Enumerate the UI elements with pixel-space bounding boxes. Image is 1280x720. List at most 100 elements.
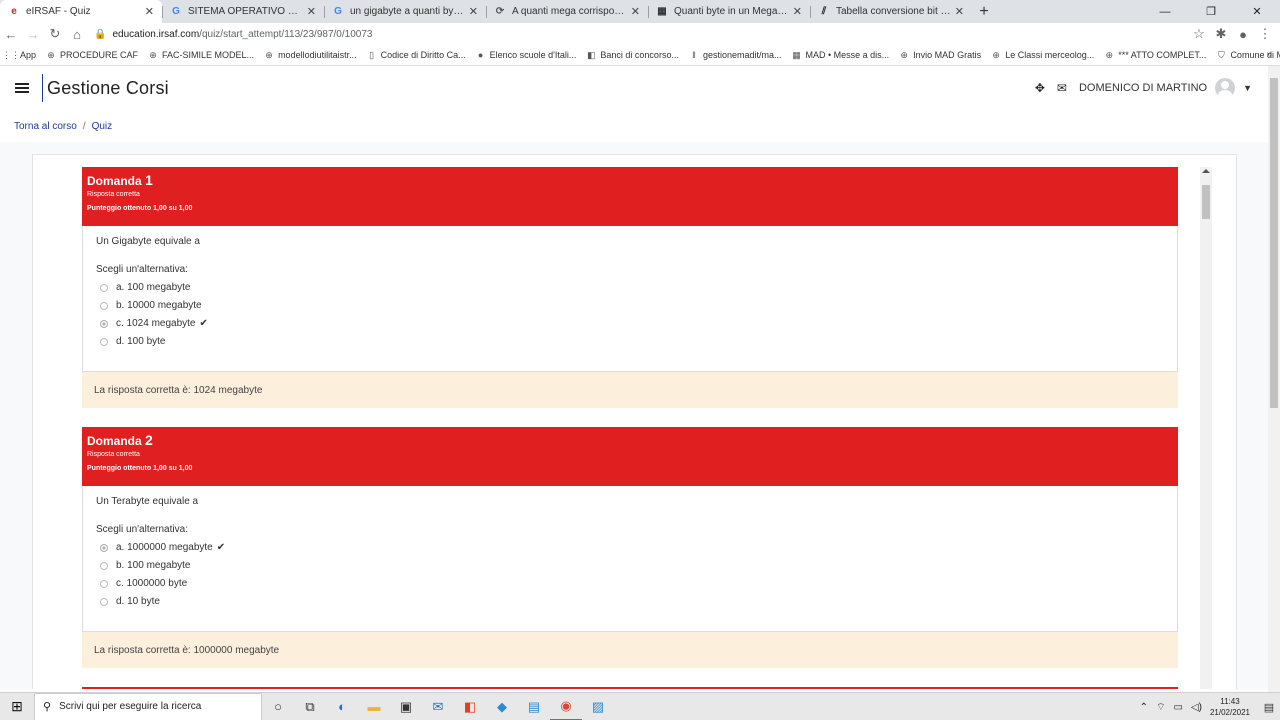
answer-option[interactable]: c. 1000000 byte — [96, 578, 1164, 589]
bookmark-item[interactable]: ⊕ Le Classi merceolog... — [991, 50, 1094, 61]
answer-option[interactable]: a. 100 megabyte — [96, 282, 1164, 293]
browser-tab[interactable]: G SITEMA OPERATIVO OPEN SOUR ✕ — [162, 0, 324, 23]
home-button[interactable]: ⌂ — [66, 23, 88, 45]
browser-tab[interactable]: Gun gigabyte a quanti byte corrisp ✕ — [324, 0, 486, 23]
answer-option[interactable]: d. 100 byte — [96, 336, 1164, 347]
taskbar-clock[interactable]: 11:43 21/02/2021 — [1210, 696, 1250, 718]
clock-time: 11:43 — [1220, 697, 1240, 706]
bookmark-item[interactable]: ‖ gestionemadit/ma... — [689, 50, 781, 60]
star-icon[interactable]: ☆ — [1188, 23, 1210, 45]
quiz-card: Domanda 1 Risposta corretta Punteggio otte… — [32, 154, 1237, 689]
bookmark-item[interactable]: ⊕ PROCEDURE CAF — [46, 49, 138, 61]
edge-icon[interactable]: ◐ — [326, 693, 358, 720]
clock-date: 21/02/2021 — [1209, 708, 1250, 717]
task-view-icon[interactable]: ⧉ — [294, 693, 326, 720]
store-icon[interactable]: ▣ — [390, 693, 422, 720]
answer-option[interactable]: d. 10 byte — [96, 596, 1164, 607]
hamburger-menu-icon[interactable] — [15, 83, 29, 93]
network-icon[interactable]: ⌔ — [1156, 701, 1165, 714]
mail-icon[interactable]: ✉ — [422, 693, 454, 720]
globe-icon: ⊕ — [47, 49, 55, 60]
bookmark-item[interactable]: ⊕ modellodiutilitaistr... — [264, 50, 356, 61]
restore-button[interactable]: ❐ — [1188, 0, 1234, 23]
battery-icon[interactable]: ▭ — [1173, 702, 1182, 713]
bookmark-item[interactable]: ⋮⋮ App — [2, 50, 37, 61]
breadcrumb-current[interactable]: Quiz — [92, 121, 113, 132]
envelope-icon[interactable]: ✉ — [1057, 81, 1067, 95]
notifications-icon[interactable]: ▤ — [1258, 693, 1280, 720]
answer-option[interactable]: b. 100 megabyte — [96, 560, 1164, 571]
answer-radio[interactable] — [100, 337, 108, 346]
control-panel-icon[interactable]: ▤ — [518, 693, 550, 720]
answer-radio[interactable] — [100, 301, 108, 310]
move-arrows-icon[interactable]: ✥ — [1035, 81, 1045, 95]
tab-title: eIRSAF - Quiz — [26, 6, 91, 17]
browser-tab[interactable]: e eIRSAF - Quiz ✕ — [0, 0, 162, 23]
url-field[interactable]: 🔒 education.irsaf.com/quiz/start_attempt… — [94, 24, 1188, 44]
bookmark-label: App — [20, 50, 37, 60]
bookmarks-overflow-icon[interactable]: » — [1266, 49, 1272, 60]
minimize-button[interactable]: — — [1142, 0, 1188, 23]
bookmark-item[interactable]: ◧ Banci di concorso... — [586, 50, 679, 61]
taskbar-search-box[interactable]: ⚲ Scrivi qui per eseguire la ricerca — [34, 692, 262, 720]
cortana-icon[interactable]: ○ — [262, 693, 294, 720]
bookmark-item[interactable]: ▦ MAD • Messe a dis... — [792, 50, 889, 61]
scroll-up-arrow-icon[interactable] — [1202, 169, 1210, 173]
bookmark-item[interactable]: ⊕ *** ATTO COMPLET... — [1104, 50, 1206, 61]
tray-expand-icon[interactable]: ⌃ — [1140, 702, 1148, 713]
browser-tab[interactable]: ▦ Quanti byte in un Megabyte? e in ✕ — [648, 0, 810, 23]
tab-favicon-icon: ⫽ — [821, 6, 827, 17]
extensions-icon[interactable]: ✱ — [1210, 23, 1232, 45]
user-name[interactable]: DOMENICO DI MARTINO — [1079, 82, 1207, 94]
tab-close-icon[interactable]: ✕ — [955, 5, 964, 18]
answer-radio[interactable] — [100, 283, 108, 292]
page-scrollbar[interactable] — [1268, 66, 1280, 692]
answer-option[interactable]: b. 10000 megabyte — [96, 300, 1164, 311]
answer-option[interactable]: a. 1000000 megabyte ✔ — [96, 542, 1164, 553]
bookmark-item[interactable]: ⊕ Invio MAD Gratis — [899, 50, 981, 61]
question-label: Domanda — [87, 434, 142, 448]
quiz-scrollbar-thumb[interactable] — [1202, 185, 1210, 219]
windows-start-icon[interactable]: ⊞ — [0, 693, 34, 720]
back-button[interactable]: ← — [0, 23, 22, 45]
close-window-button[interactable]: ✕ — [1234, 0, 1280, 23]
brand-separator — [42, 74, 43, 102]
caret-down-icon[interactable]: ▼ — [1243, 83, 1252, 93]
tab-close-icon[interactable]: ✕ — [145, 5, 154, 18]
answer-radio[interactable] — [100, 319, 108, 328]
bookmark-item[interactable]: ▯ Codice di Diritto Ca... — [367, 50, 466, 61]
bookmark-item[interactable]: ⊕ FAC-SIMILE MODEL... — [148, 50, 255, 61]
page-scrollbar-thumb[interactable] — [1270, 78, 1278, 408]
avatar[interactable] — [1215, 78, 1236, 98]
chrome-icon[interactable]: ◉ — [550, 693, 582, 720]
reload-button[interactable]: ↻ — [44, 23, 66, 45]
profile-icon[interactable]: ● — [1232, 23, 1254, 45]
breadcrumb-back-link[interactable]: Torna al corso — [14, 121, 77, 132]
browser-tab[interactable]: ⟳ A quanti mega corrisponde un G ✕ — [486, 0, 648, 23]
checkmark-icon: ✔ — [199, 318, 208, 329]
answer-radio[interactable] — [100, 579, 108, 588]
answer-radio[interactable] — [100, 561, 108, 570]
volume-icon[interactable]: ◁) — [1191, 702, 1202, 713]
bookmark-label: FAC-SIMILE MODEL... — [162, 50, 255, 60]
photos-icon[interactable]: ▨ — [582, 693, 614, 720]
answer-radio[interactable] — [100, 543, 108, 552]
brand-title[interactable]: Gestione Corsi — [47, 78, 169, 99]
quiz-scrollbar[interactable] — [1200, 167, 1212, 689]
browser-tab[interactable]: ⫽ Tabella conversione bit | byte | K ✕ — [810, 0, 972, 23]
answer-text: b. 100 megabyte — [116, 560, 191, 571]
tab-close-icon[interactable]: ✕ — [469, 5, 478, 18]
office-icon[interactable]: ◧ — [454, 693, 486, 720]
answer-option[interactable]: c. 1024 megabyte ✔ — [96, 318, 1164, 329]
new-tab-button[interactable]: + — [972, 0, 996, 23]
bookmark-item[interactable]: ● Elenco scuole d'Itali... — [476, 50, 576, 60]
forward-button[interactable]: → — [22, 23, 44, 45]
menu-dots-icon[interactable]: ⋮ — [1254, 23, 1276, 45]
bars-icon: ‖ — [692, 50, 696, 60]
tab-close-icon[interactable]: ✕ — [307, 5, 316, 18]
answer-radio[interactable] — [100, 597, 108, 606]
skype-icon[interactable]: ◆ — [486, 693, 518, 720]
tab-close-icon[interactable]: ✕ — [631, 5, 640, 18]
tab-close-icon[interactable]: ✕ — [793, 5, 802, 18]
file-explorer-icon[interactable]: ▬ — [358, 693, 390, 720]
